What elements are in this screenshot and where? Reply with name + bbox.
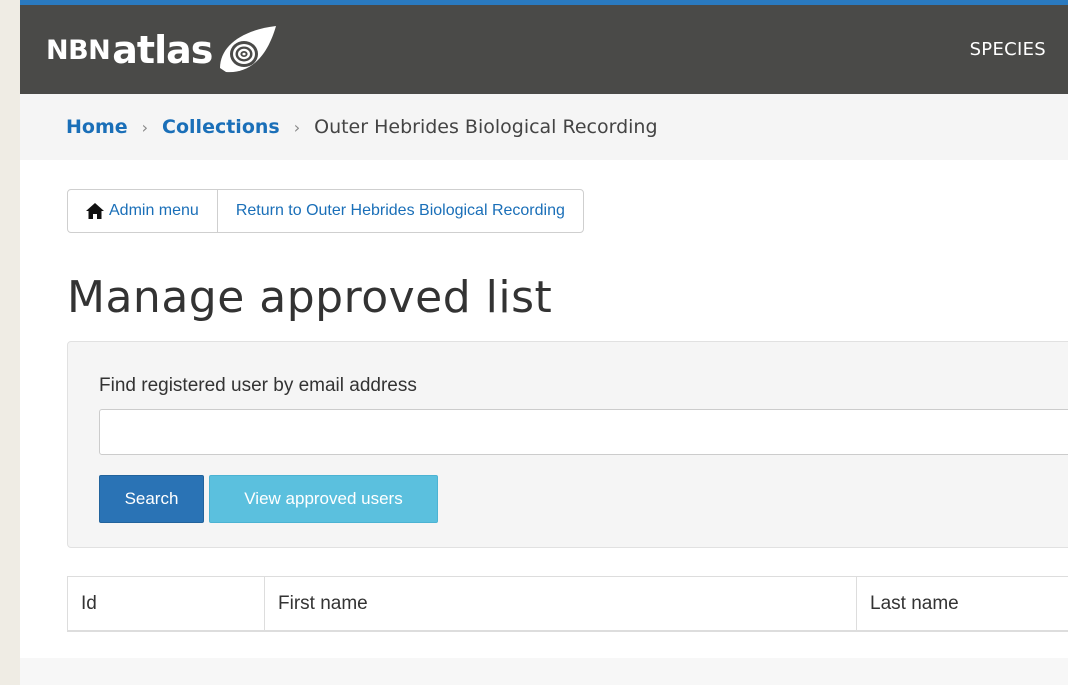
column-header-last-name[interactable]: Last name — [856, 577, 1068, 630]
admin-button-group: Admin menu Return to Outer Hebrides Biol… — [67, 189, 584, 233]
nav-species-link[interactable]: SPECIES — [970, 39, 1046, 60]
column-header-first-name[interactable]: First name — [264, 577, 856, 630]
breadcrumb-collections-link[interactable]: Collections — [162, 116, 280, 138]
logo-spiral-icon — [220, 26, 277, 73]
column-header-id[interactable]: Id — [68, 577, 264, 630]
nbn-atlas-logo[interactable]: NBN atlas — [46, 23, 278, 77]
breadcrumb-separator: › — [141, 117, 149, 137]
admin-menu-button[interactable]: Admin menu — [68, 190, 217, 232]
breadcrumb-current: Outer Hebrides Biological Recording — [314, 116, 658, 138]
approved-users-table: Id First name Last name — [67, 576, 1068, 632]
page-title: Manage approved list — [67, 272, 553, 323]
email-search-input[interactable] — [99, 409, 1068, 455]
return-to-collection-button[interactable]: Return to Outer Hebrides Biological Reco… — [216, 190, 583, 232]
logo-atlas-text: atlas — [112, 28, 213, 72]
logo-nbn-text: NBN — [46, 34, 111, 66]
admin-menu-label: Admin menu — [109, 202, 199, 219]
email-search-label: Find registered user by email address — [99, 375, 417, 396]
return-to-collection-label: Return to Outer Hebrides Biological Reco… — [235, 202, 565, 219]
top-navbar: NBN atlas SPECIES — [20, 0, 1068, 94]
home-icon — [86, 203, 104, 219]
breadcrumb-home-link[interactable]: Home — [66, 116, 128, 138]
breadcrumb: Home › Collections › Outer Hebrides Biol… — [20, 94, 1068, 160]
breadcrumb-separator: › — [293, 117, 301, 137]
search-button[interactable]: Search — [99, 475, 204, 523]
view-approved-users-button[interactable]: View approved users — [209, 475, 438, 523]
search-panel: Find registered user by email address Se… — [67, 341, 1068, 548]
page: NBN atlas SPECIES Home › Collections › O… — [20, 0, 1068, 685]
footer-strip — [20, 658, 1068, 685]
